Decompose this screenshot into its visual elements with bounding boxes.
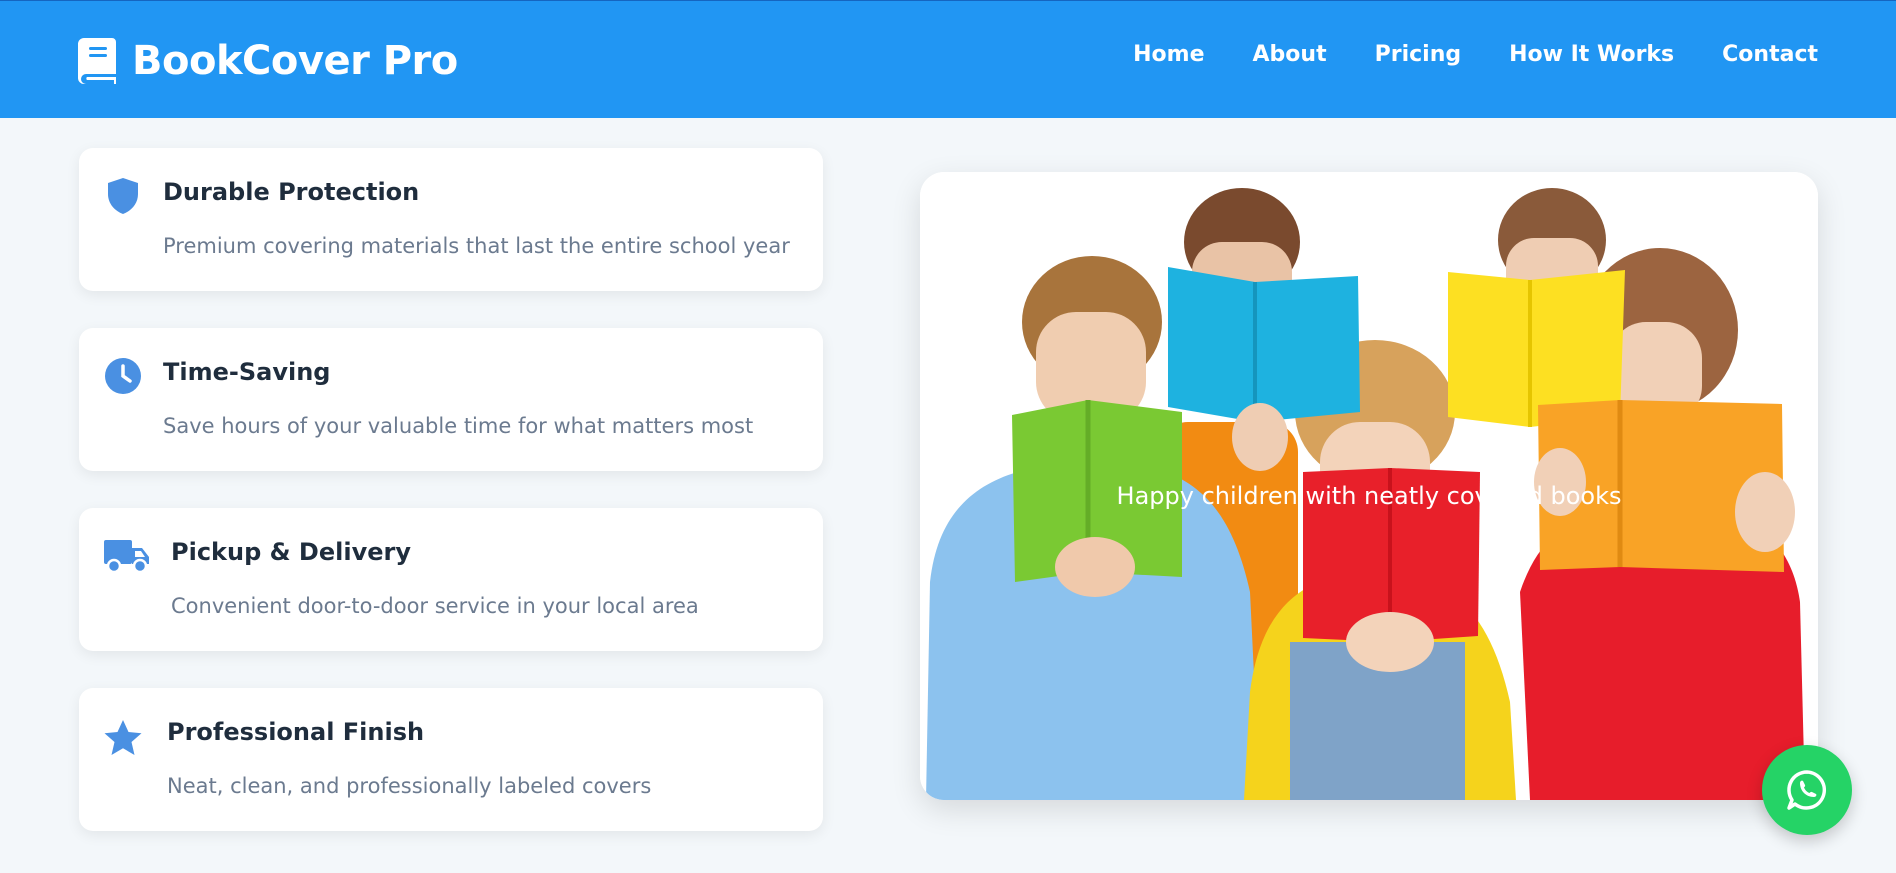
- feature-description: Premium covering materials that last the…: [163, 234, 790, 258]
- clock-icon: [103, 356, 143, 396]
- feature-description: Save hours of your valuable time for wha…: [163, 414, 754, 438]
- brand-logo-link[interactable]: BookCover Pro: [78, 31, 458, 91]
- whatsapp-chat-button[interactable]: [1762, 745, 1852, 835]
- nav-home[interactable]: Home: [1133, 42, 1204, 67]
- nav-contact[interactable]: Contact: [1722, 42, 1818, 67]
- whatsapp-icon: [1787, 770, 1827, 810]
- shield-icon: [103, 176, 143, 216]
- feature-title: Professional Finish: [167, 718, 425, 746]
- feature-card-professional-finish: Professional Finish Neat, clean, and pro…: [79, 688, 823, 831]
- feature-card-time-saving: Time-Saving Save hours of your valuable …: [79, 328, 823, 471]
- book-icon: [78, 38, 116, 84]
- nav-how-it-works[interactable]: How It Works: [1509, 42, 1674, 67]
- star-icon: [103, 718, 143, 758]
- main-nav: Home About Pricing How It Works Contact: [1085, 42, 1818, 67]
- nav-pricing[interactable]: Pricing: [1375, 42, 1462, 67]
- feature-card-pickup-delivery: Pickup & Delivery Convenient door-to-doo…: [79, 508, 823, 651]
- feature-card-durable-protection: Durable Protection Premium covering mate…: [79, 148, 823, 291]
- hero-image-card: Happy children with neatly covered books: [920, 172, 1818, 800]
- navbar: BookCover Pro Home About Pricing How It …: [0, 0, 1896, 118]
- feature-description: Convenient door-to-door service in your …: [171, 594, 699, 618]
- features-list: Durable Protection Premium covering mate…: [79, 148, 823, 868]
- truck-icon: [103, 536, 151, 576]
- brand-name: BookCover Pro: [132, 38, 458, 84]
- feature-description: Neat, clean, and professionally labeled …: [167, 774, 652, 798]
- feature-title: Time-Saving: [163, 358, 331, 386]
- feature-title: Durable Protection: [163, 178, 420, 206]
- feature-title: Pickup & Delivery: [171, 538, 411, 566]
- hero-image-caption: Happy children with neatly covered books: [1116, 482, 1622, 510]
- nav-about[interactable]: About: [1253, 42, 1327, 67]
